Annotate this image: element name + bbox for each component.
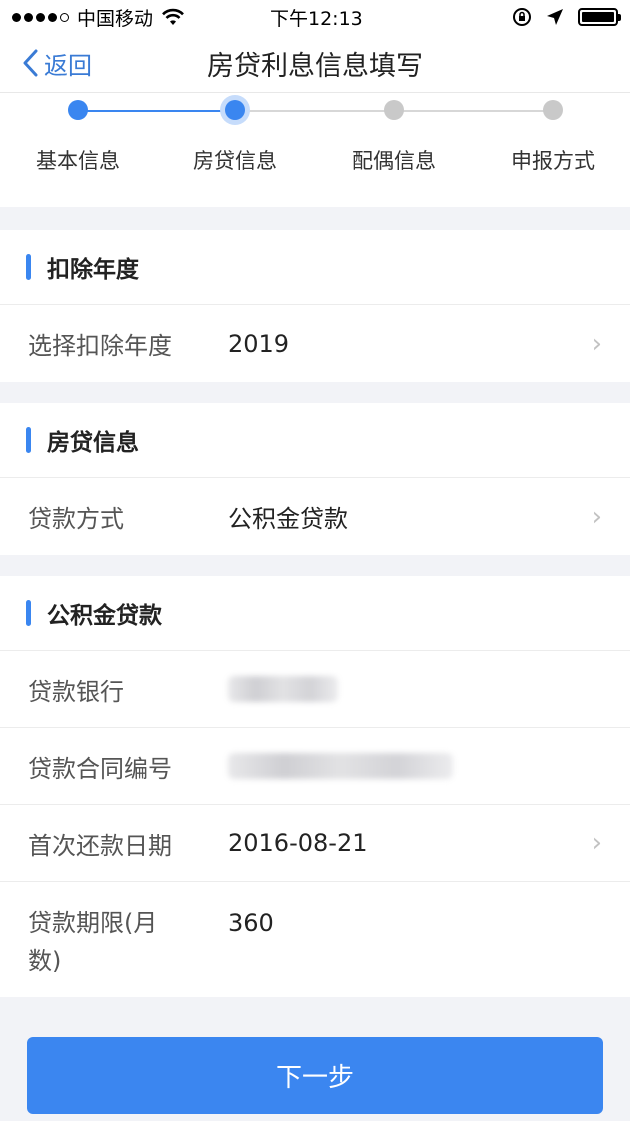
signal-strength-icon [12,12,69,22]
step-node [384,100,404,120]
loan-contract-number-row[interactable]: 贷款合同编号 [0,728,630,805]
wifi-icon [162,8,184,25]
first-repayment-date-row[interactable]: 首次还款日期 2016-08-21 › [0,805,630,882]
section-provident-fund-loan: 公积金贷款 贷款银行 贷款合同编号 首次还款日期 2016-08-21 › 贷款… [0,576,630,997]
step-label: 配偶信息 [352,149,436,173]
step-node [68,100,88,120]
chevron-right-icon: › [591,328,602,359]
redacted-contract-number [228,753,453,779]
redacted-bank-name [228,676,338,702]
step-label: 基本信息 [36,149,120,173]
step-label: 房贷信息 [193,149,277,173]
row-label: 贷款合同编号 [28,754,172,783]
row-value: 2019 [228,329,290,358]
row-label: 首次还款日期 [28,831,172,860]
clock: 下午12:13 [270,7,363,30]
back-button[interactable]: 返回 [22,34,92,92]
section-header: 公积金贷款 [0,576,630,651]
step-label: 申报方式 [511,149,595,173]
location-arrow-icon [547,9,563,25]
section-accent-bar [26,600,31,626]
loan-term-row[interactable]: 贷款期限(月数) 360 [0,882,630,997]
nav-bar: 返回 房贷利息信息填写 [0,34,630,92]
deduction-year-row[interactable]: 选择扣除年度 2019 › [0,305,630,382]
chevron-right-icon: › [591,828,602,858]
back-label: 返回 [44,51,92,80]
step-connector-done [78,110,235,112]
section-title: 扣除年度 [47,257,139,283]
status-right [512,7,621,27]
step-node [543,100,563,120]
section-header: 扣除年度 [0,230,630,305]
row-value: 360 [228,909,274,937]
progress-steps: 基本信息 房贷信息 配偶信息 申报方式 [0,92,630,207]
step-node [225,100,245,120]
carrier-name: 中国移动 [77,7,154,30]
rotation-lock-icon [513,8,531,26]
row-value: 2016-08-21 [228,829,368,857]
section-accent-bar [26,254,31,280]
section-title: 公积金贷款 [47,603,162,629]
chevron-right-icon: › [591,501,602,532]
loan-type-row[interactable]: 贷款方式 公积金贷款 › [0,478,630,555]
page-title: 房贷利息信息填写 [207,50,423,82]
chevron-left-icon [23,49,38,77]
section-mortgage-info: 房贷信息 贷款方式 公积金贷款 › [0,403,630,555]
section-deduction-year: 扣除年度 选择扣除年度 2019 › [0,230,630,382]
status-bar: 中国移动 下午12:13 [0,0,630,34]
row-label: 贷款期限(月数) [28,909,158,975]
loan-bank-row[interactable]: 贷款银行 [0,651,630,728]
section-title: 房贷信息 [47,430,139,456]
battery-icon [578,8,621,26]
row-value: 公积金贷款 [228,505,348,533]
status-left: 中国移动 [12,4,185,31]
row-label: 贷款银行 [28,677,124,706]
section-accent-bar [26,427,31,453]
next-step-button[interactable]: 下一步 [27,1037,603,1114]
row-label: 选择扣除年度 [28,332,172,360]
row-label: 贷款方式 [28,505,124,533]
section-header: 房贷信息 [0,403,630,478]
